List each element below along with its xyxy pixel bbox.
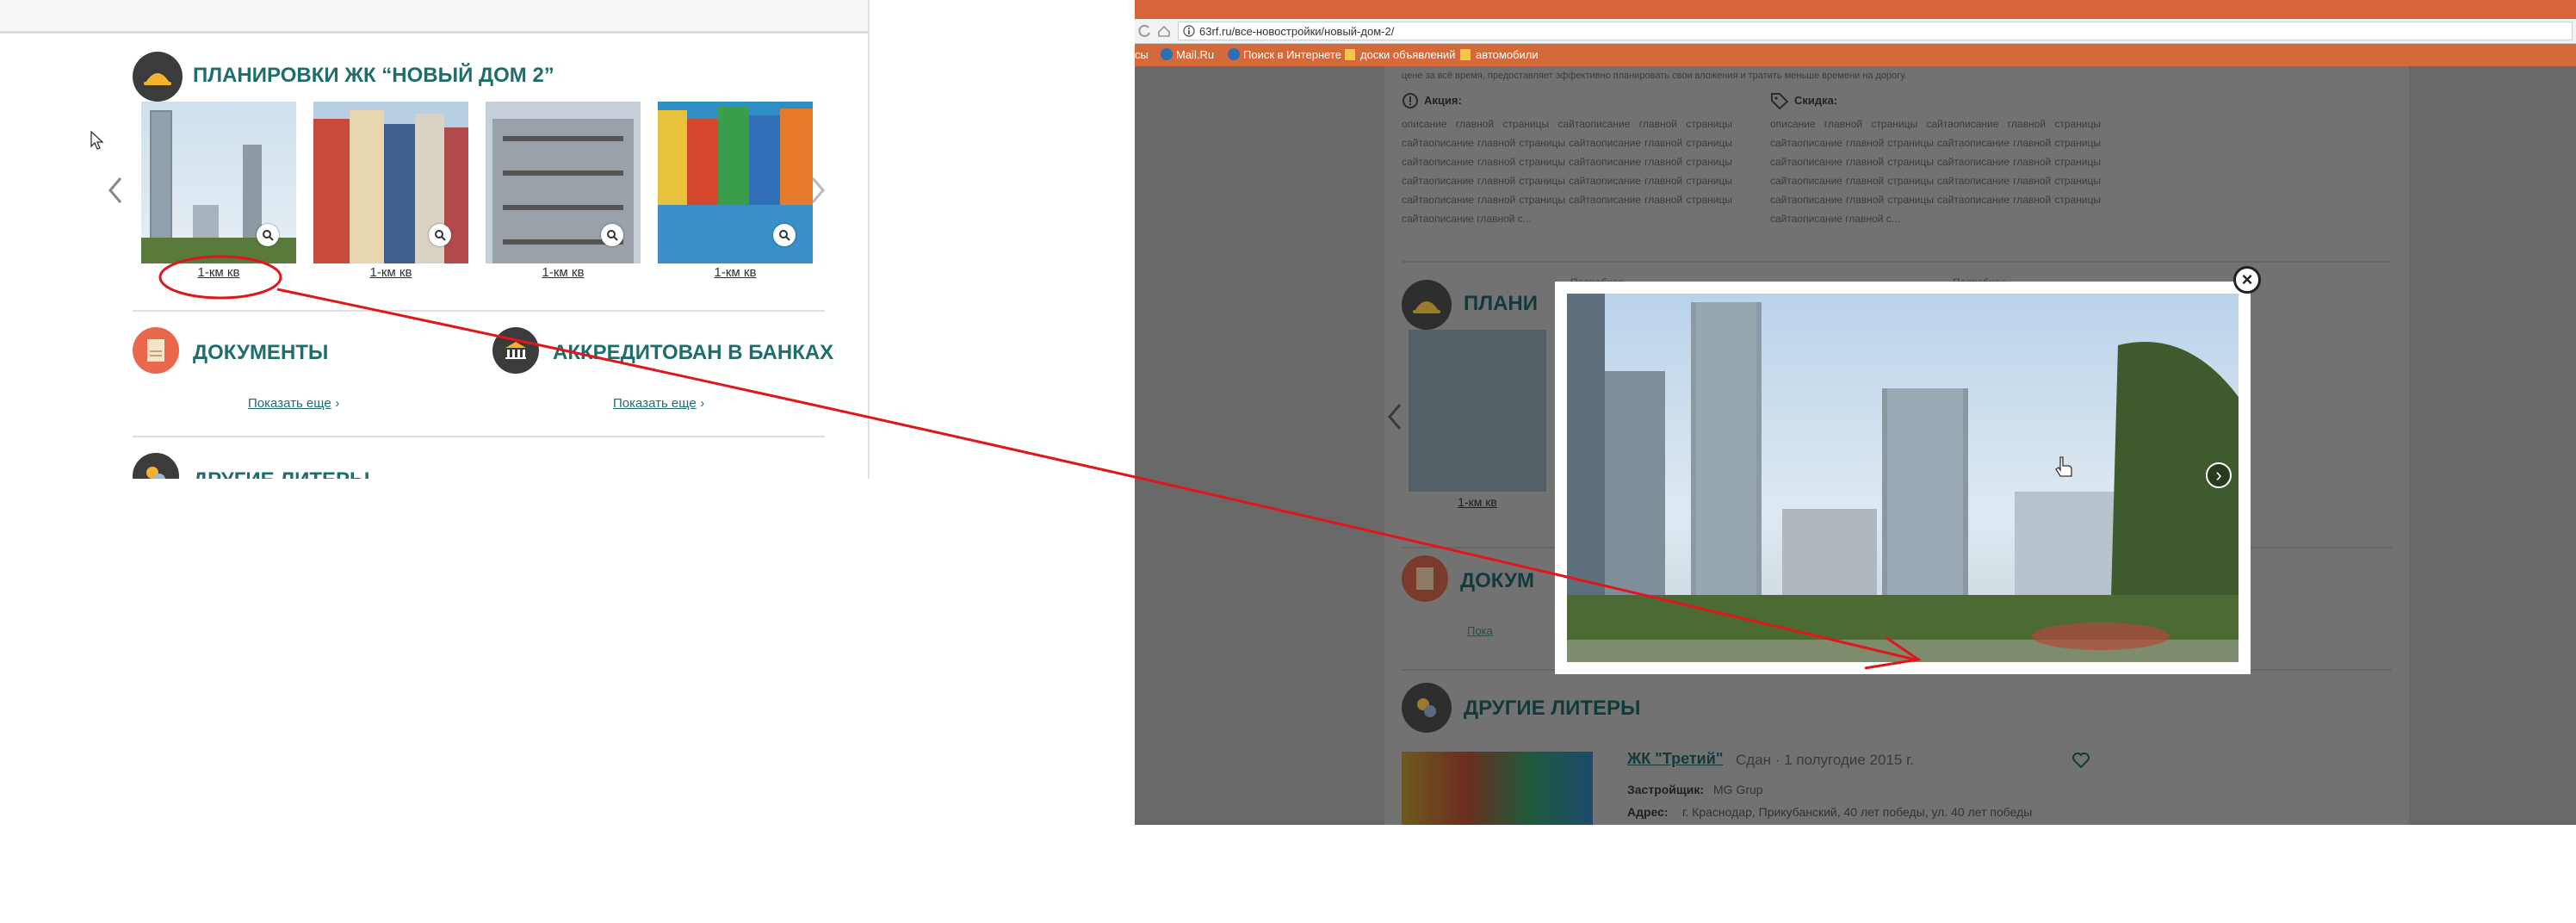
annotation-overlay [158,255,1922,670]
annotation-arrow-line [276,288,1916,661]
annotation-circle [158,255,282,300]
